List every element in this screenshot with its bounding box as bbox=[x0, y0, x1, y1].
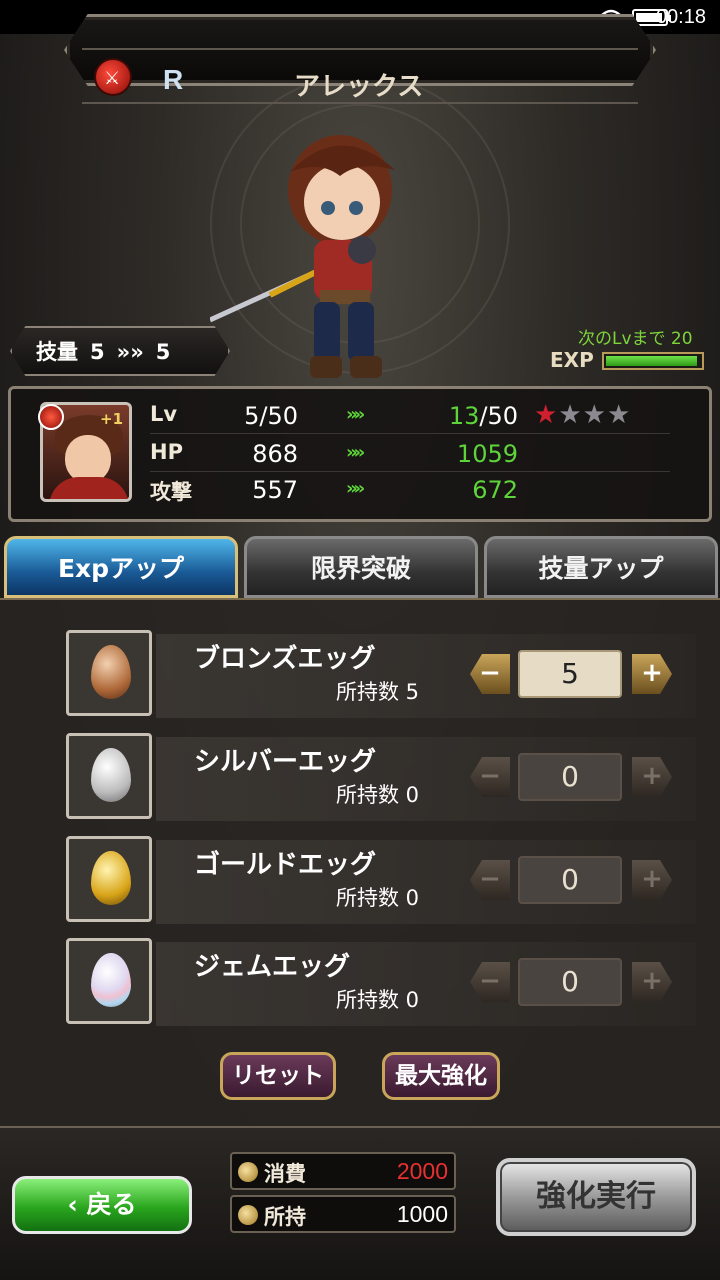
item-name: ゴールドエッグ bbox=[194, 850, 377, 880]
stat-current: 868 bbox=[252, 440, 298, 468]
character-name: アレックス bbox=[294, 72, 424, 102]
tab-exp-up[interactable]: Expアップ bbox=[4, 536, 238, 598]
item-owned-count: 所持数 0 bbox=[336, 988, 420, 1012]
exp-bar bbox=[602, 352, 704, 370]
star-filled-icon: ★ bbox=[534, 400, 559, 430]
stat-arrow: »» bbox=[346, 442, 365, 463]
portrait-class-icon bbox=[38, 404, 64, 430]
stat-next: 672 bbox=[410, 476, 518, 504]
stat-arrow: »» bbox=[346, 478, 365, 499]
stat-label: HP bbox=[150, 440, 183, 464]
list-item: シルバーエッグ 所持数 0 − 0 + bbox=[66, 733, 696, 821]
silver-egg-icon bbox=[91, 748, 131, 802]
coin-icon bbox=[238, 1205, 258, 1225]
stat-current: 557 bbox=[252, 476, 298, 504]
spend-label: 消費 bbox=[264, 1162, 306, 1186]
star-empty-icon: ★ bbox=[606, 400, 632, 430]
stat-row-hp: HP 868 »» 1059 bbox=[150, 438, 670, 472]
item-owned-count: 所持数 0 bbox=[336, 783, 420, 807]
stat-label: 攻撃 bbox=[150, 480, 192, 504]
list-item: ジェムエッグ 所持数 0 − 0 + bbox=[66, 938, 696, 1026]
skill-next: 5 bbox=[155, 340, 171, 364]
cost-spend-box: 消費 2000 bbox=[230, 1152, 456, 1190]
stat-next-max: /50 bbox=[479, 402, 518, 430]
gold-egg-icon bbox=[91, 851, 131, 905]
quantity-field[interactable]: 5 bbox=[518, 650, 622, 698]
portrait-plus-badge: +1 bbox=[100, 410, 124, 428]
egg-slot bbox=[66, 630, 152, 716]
spend-value: 2000 bbox=[396, 1158, 448, 1184]
star-empty-icon: ★ bbox=[558, 400, 583, 430]
stat-label: Lv bbox=[150, 402, 178, 426]
sword-class-icon: ⚔ bbox=[94, 58, 132, 96]
list-item: ゴールドエッグ 所持数 0 − 0 + bbox=[66, 836, 696, 924]
star-empty-icon: ★ bbox=[582, 400, 607, 430]
quantity-field[interactable]: 0 bbox=[518, 753, 622, 801]
stat-arrow: »» bbox=[346, 404, 365, 425]
gem-egg-icon bbox=[91, 953, 131, 1007]
rarity-stars: ★★★★ bbox=[534, 400, 631, 430]
bronze-egg-icon bbox=[91, 645, 131, 699]
skill-current: 5 bbox=[90, 340, 105, 364]
stat-row-attack: 攻撃 557 »» 672 bbox=[150, 474, 670, 508]
skill-arrow: »» bbox=[116, 340, 144, 364]
coin-icon bbox=[238, 1162, 258, 1182]
skill-label: 技量 bbox=[36, 340, 78, 364]
portrait-cloak bbox=[49, 477, 129, 499]
character-sprite bbox=[210, 135, 395, 378]
egg-slot bbox=[66, 938, 152, 1024]
quantity-field[interactable]: 0 bbox=[518, 856, 622, 904]
stat-next-value: 672 bbox=[472, 476, 518, 504]
cost-owned-box: 所持 1000 bbox=[230, 1195, 456, 1233]
skill-level-text: 技量 5 »» 5 bbox=[36, 336, 170, 366]
tab-skill-up[interactable]: 技量アップ bbox=[484, 536, 718, 598]
item-owned-count: 所持数 5 bbox=[336, 680, 420, 704]
egg-slot bbox=[66, 733, 152, 819]
portrait-face bbox=[65, 435, 111, 483]
item-name: シルバーエッグ bbox=[194, 747, 377, 777]
max-enhance-button[interactable]: 最大強化 bbox=[382, 1052, 500, 1100]
item-name: ジェムエッグ bbox=[194, 952, 351, 982]
stat-next-value: 13 bbox=[448, 402, 480, 430]
owned-value: 1000 bbox=[396, 1201, 448, 1227]
list-item: ブロンズエッグ 所持数 5 − 5 + bbox=[66, 630, 696, 718]
status-time: 00:18 bbox=[655, 6, 706, 28]
rarity-label: R bbox=[163, 64, 184, 95]
stat-next-value: 1059 bbox=[456, 440, 518, 468]
execute-enhance-button[interactable]: 強化実行 bbox=[496, 1158, 696, 1236]
next-level-label: 次のLvまで 20 bbox=[578, 329, 693, 349]
egg-slot bbox=[66, 836, 152, 922]
item-owned-count: 所持数 0 bbox=[336, 886, 420, 910]
tab-limit-break[interactable]: 限界突破 bbox=[244, 536, 478, 598]
exp-label: EXP bbox=[550, 348, 594, 372]
stat-current: 5/50 bbox=[244, 402, 298, 430]
back-button[interactable]: ‹ 戻る bbox=[12, 1176, 192, 1234]
reset-button[interactable]: リセット bbox=[220, 1052, 336, 1100]
owned-label: 所持 bbox=[264, 1205, 306, 1229]
item-name: ブロンズエッグ bbox=[194, 644, 376, 674]
quantity-field[interactable]: 0 bbox=[518, 958, 622, 1006]
exp-bar-fill bbox=[606, 356, 697, 366]
stat-next: 13/50 bbox=[410, 402, 518, 430]
stat-next: 1059 bbox=[410, 440, 518, 468]
